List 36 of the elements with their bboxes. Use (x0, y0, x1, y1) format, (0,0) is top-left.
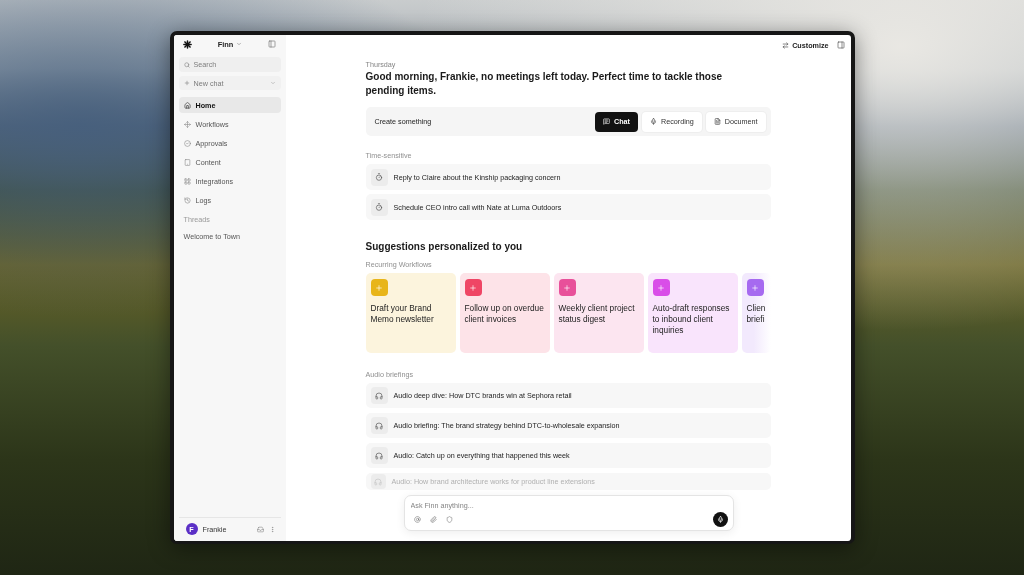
house-icon (183, 101, 191, 109)
workflow-card[interactable]: Auto-draft responses to inbound client inquiries (647, 273, 738, 353)
workflow-card[interactable]: Weekly client project status digest (553, 273, 644, 353)
inbox-icon[interactable] (256, 525, 264, 533)
move-arrows-icon (183, 120, 191, 128)
workflow-card[interactable]: Follow up on overdue client invoices (459, 273, 550, 353)
greeting-heading: Good morning, Frankie, no meetings left today. Perfect time to tackle those pending items. (365, 70, 724, 98)
panel-icon[interactable] (836, 41, 845, 49)
headphones-icon (370, 387, 388, 404)
panel-icon[interactable] (268, 40, 277, 48)
paperclip-icon[interactable] (429, 516, 437, 523)
headphones-icon (370, 474, 386, 489)
tablet-icon (183, 158, 191, 166)
headphones-icon (370, 447, 388, 464)
history-icon (183, 196, 191, 204)
workflow-card[interactable]: Draft your Brand Memo newsletter (365, 273, 456, 353)
check-circle-icon (183, 139, 191, 147)
swap-arrows-icon (782, 41, 790, 49)
voice-button[interactable] (712, 512, 728, 527)
mic-icon (649, 118, 657, 125)
shield-icon[interactable] (445, 516, 453, 523)
search-icon (183, 61, 190, 68)
workflow-card[interactable]: Clien briefi (741, 273, 771, 353)
mic-icon (716, 516, 724, 523)
asterisk-logo-icon (182, 39, 192, 49)
grid-icon (183, 177, 191, 185)
chevron-down-icon (236, 41, 243, 47)
at-sign-icon[interactable] (413, 516, 421, 523)
message-icon (603, 118, 610, 125)
plus-icon (183, 80, 190, 86)
timer-icon (370, 168, 388, 186)
document-icon (713, 118, 721, 125)
section-heading: Suggestions personalized to you (365, 240, 524, 253)
chevron-down-icon (269, 80, 276, 86)
headphones-icon (370, 417, 388, 434)
timer-icon (370, 198, 388, 216)
